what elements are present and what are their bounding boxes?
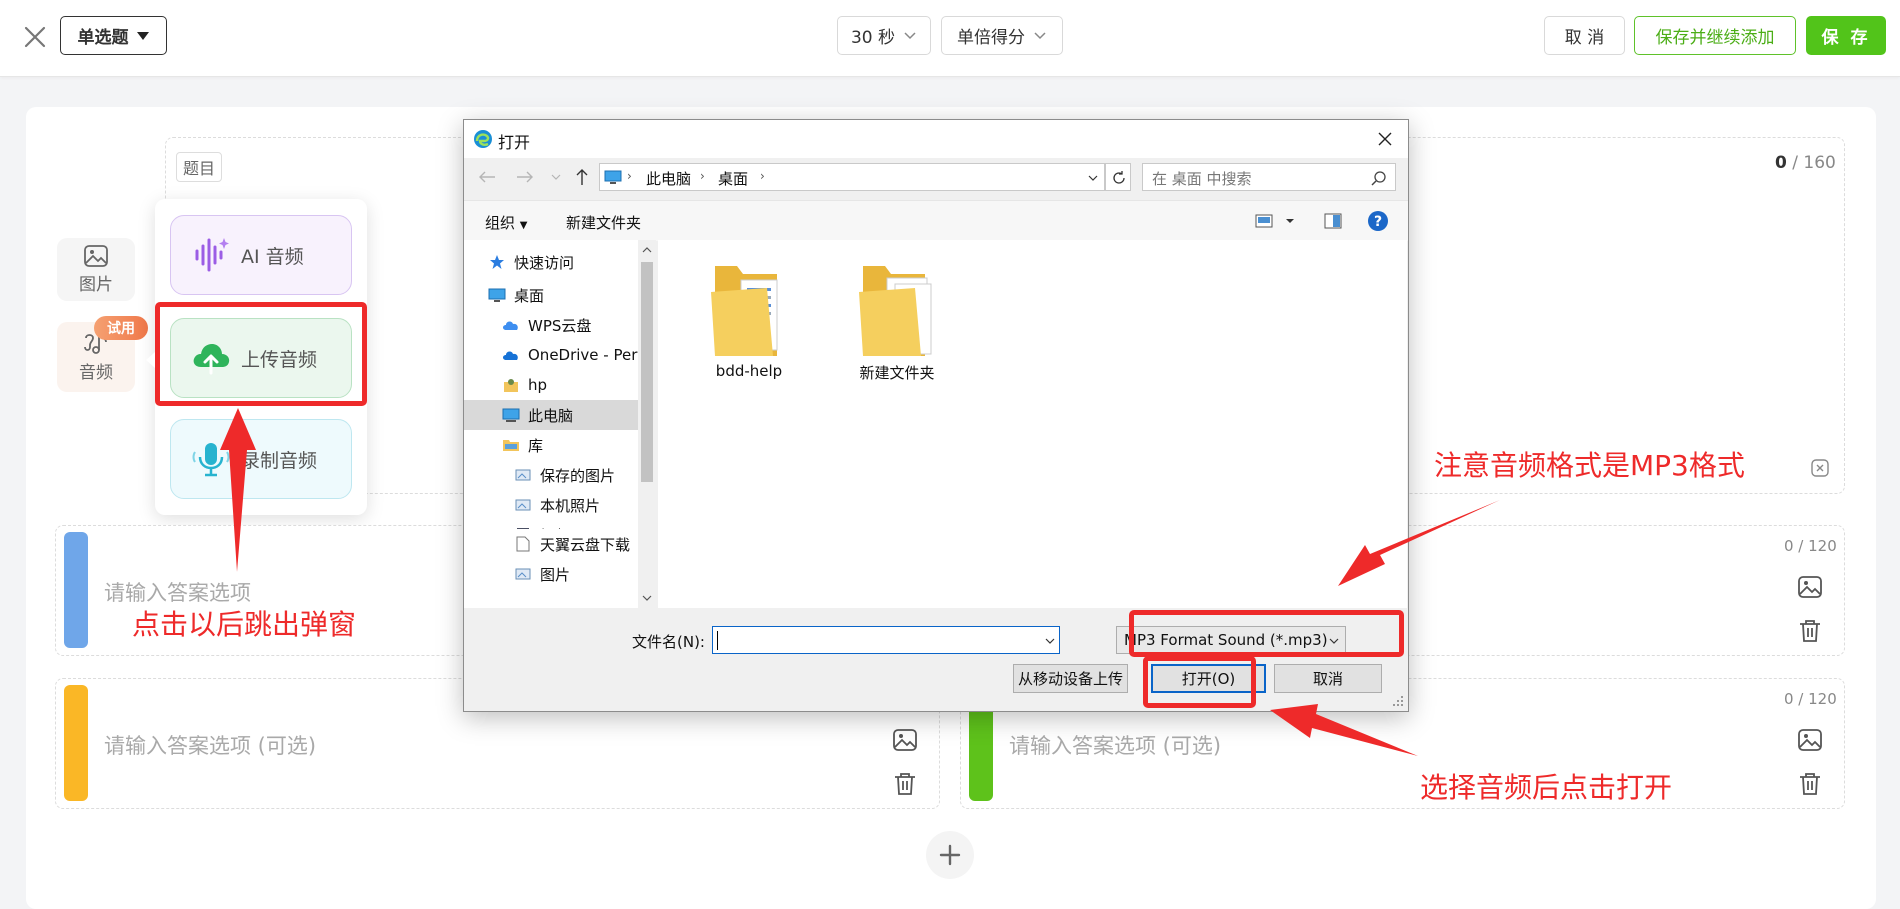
annotation-popup-text: 点击以后跳出弹窗 [132,608,357,641]
annotation-open-text: 选择音频后点击打开 [1420,771,1673,804]
annotation-format-text: 注意音频格式是MP3格式 [1434,449,1745,482]
arrow-to-open-button [1270,704,1418,756]
arrow-to-upload [220,408,256,572]
arrow-to-file-type [1338,500,1500,586]
